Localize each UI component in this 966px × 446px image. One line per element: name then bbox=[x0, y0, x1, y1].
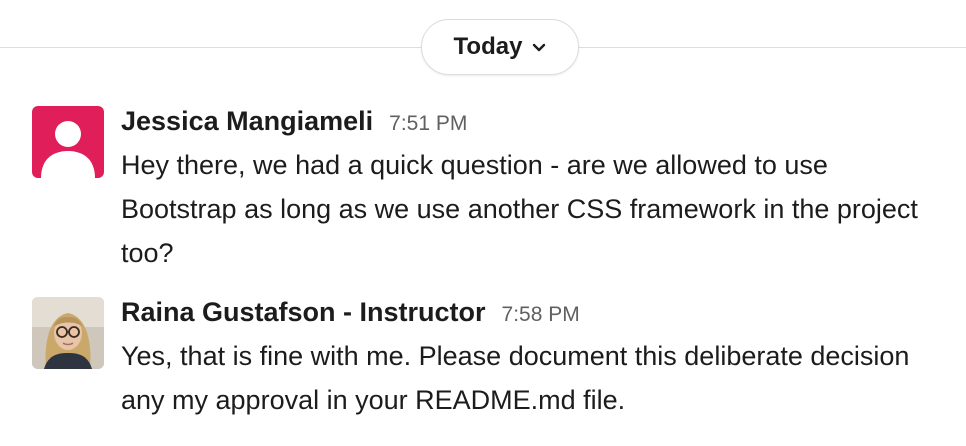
profile-photo bbox=[32, 297, 104, 369]
avatar[interactable] bbox=[32, 297, 104, 369]
author-name[interactable]: Jessica Mangiameli bbox=[121, 106, 373, 137]
date-jump-button[interactable]: Today bbox=[421, 19, 579, 75]
date-label: Today bbox=[453, 33, 523, 60]
chevron-down-icon bbox=[533, 43, 546, 52]
author-name[interactable]: Raina Gustafson - Instructor bbox=[121, 297, 486, 328]
message-text: Hey there, we had a quick question - are… bbox=[121, 150, 918, 268]
timestamp[interactable]: 7:51 PM bbox=[389, 112, 467, 136]
date-divider: Today bbox=[0, 19, 966, 77]
user-silhouette-icon bbox=[41, 121, 95, 178]
avatar[interactable] bbox=[32, 106, 104, 178]
message-text: Yes, that is fine with me. Please docume… bbox=[121, 341, 910, 415]
timestamp[interactable]: 7:58 PM bbox=[502, 303, 580, 327]
